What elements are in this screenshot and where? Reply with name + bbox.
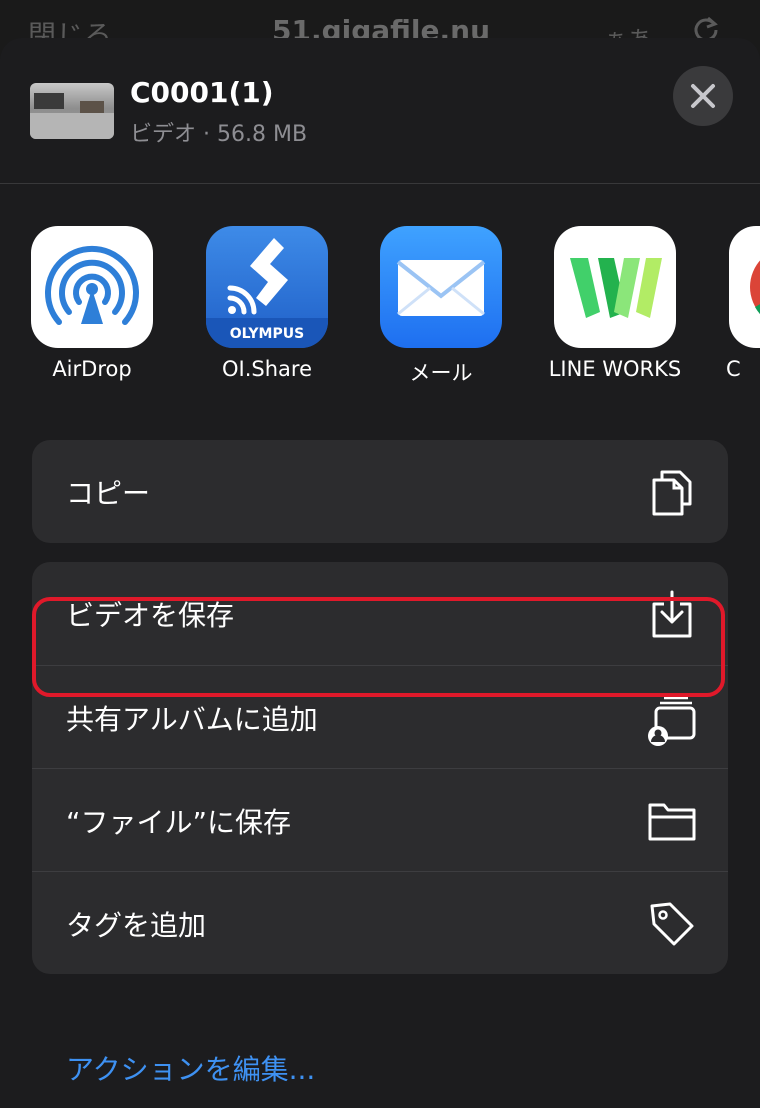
app-row: AirDrop OLYMPUS OI.Share メール LINE WORKS … — [0, 226, 760, 396]
app-label: AirDrop — [52, 357, 132, 381]
share-sheet: C0001(1) ビデオ · 56.8 MB AirDrop OLYMPUS O… — [0, 38, 760, 1108]
olympus-icon: OLYMPUS — [206, 226, 328, 348]
save-to-files-label: “ファイル”に保存 — [66, 806, 292, 839]
app-label: LINE WORKS — [548, 357, 682, 381]
folder-icon — [646, 793, 698, 849]
app-label: C — [726, 357, 741, 381]
video-thumbnail — [30, 83, 114, 139]
app-label: OI.Share — [222, 357, 312, 381]
save-video-action[interactable]: ビデオを保存 — [32, 562, 728, 665]
chrome-icon — [729, 226, 760, 348]
save-to-files-action[interactable]: “ファイル”に保存 — [32, 768, 728, 871]
copy-action[interactable]: コピー — [32, 440, 728, 543]
share-header: C0001(1) ビデオ · 56.8 MB — [0, 38, 760, 184]
file-name: C0001(1) — [130, 76, 274, 109]
file-info: ビデオ · 56.8 MB — [130, 122, 308, 147]
add-tags-action[interactable]: タグを追加 — [32, 871, 728, 974]
copy-group: コピー — [32, 440, 728, 543]
airdrop-icon — [31, 226, 153, 348]
add-tags-label: タグを追加 — [66, 909, 207, 942]
actions-group: ビデオを保存 共有アルバムに追加 “ファイル”に保存 タグを追加 — [32, 562, 728, 974]
app-chrome[interactable]: C — [698, 226, 760, 396]
copy-icon — [646, 464, 698, 520]
shared-album-icon — [646, 690, 698, 746]
download-icon — [646, 586, 698, 642]
app-oi-share[interactable]: OLYMPUS OI.Share — [175, 226, 345, 396]
add-shared-album-label: 共有アルバムに追加 — [66, 703, 318, 736]
edit-actions-link[interactable]: アクションを編集... — [66, 1048, 315, 1088]
olympus-brand-text: OLYMPUS — [230, 326, 304, 342]
close-button[interactable] — [673, 66, 733, 126]
app-label: メール — [409, 361, 473, 385]
line-works-icon — [554, 226, 676, 348]
app-mail[interactable]: メール — [349, 226, 519, 396]
copy-label: コピー — [66, 477, 151, 510]
mail-icon — [380, 226, 502, 348]
tag-icon — [646, 896, 698, 952]
header-divider — [0, 183, 760, 184]
app-line-works[interactable]: LINE WORKS — [523, 226, 693, 396]
add-shared-album-action[interactable]: 共有アルバムに追加 — [32, 665, 728, 768]
save-video-label: ビデオを保存 — [66, 599, 235, 632]
app-airdrop[interactable]: AirDrop — [0, 226, 170, 396]
close-icon — [691, 84, 715, 108]
